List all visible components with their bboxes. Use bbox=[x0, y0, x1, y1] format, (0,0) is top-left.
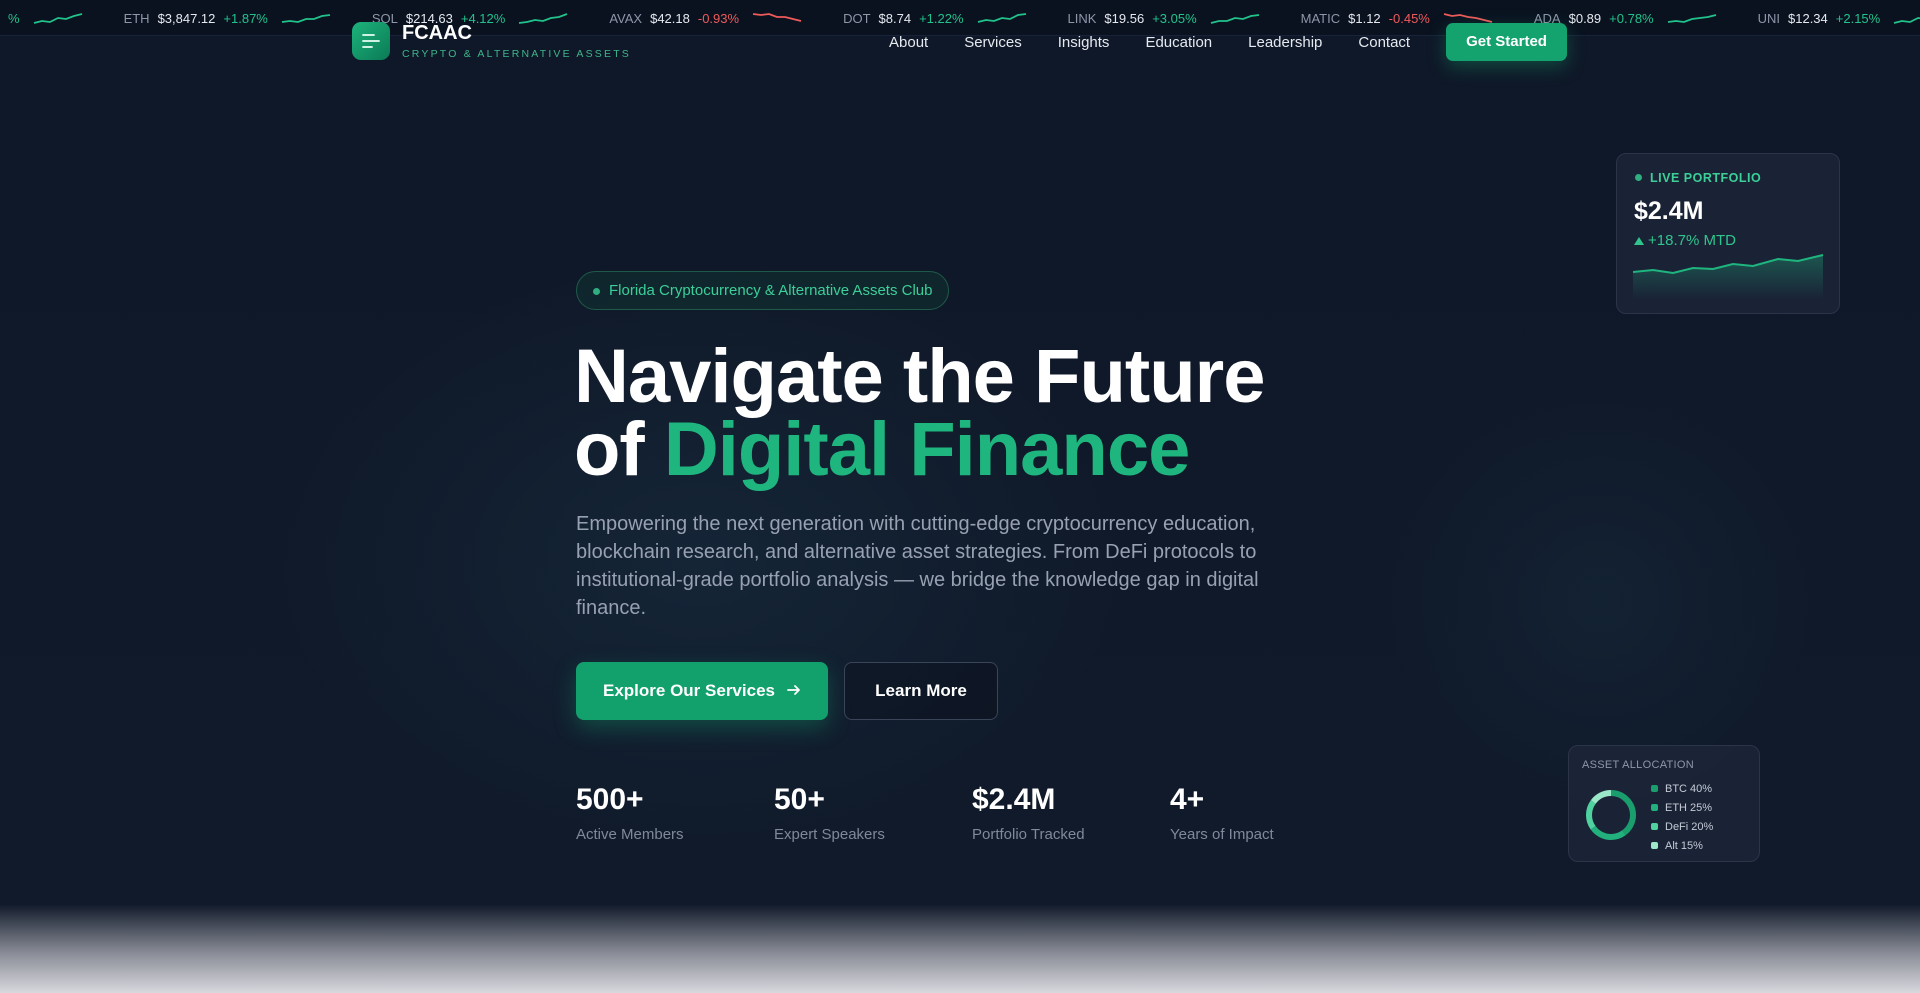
ticker-item[interactable]: UNI $12.34 +2.15% bbox=[1757, 0, 1920, 35]
legend-swatch bbox=[1651, 842, 1658, 849]
ticker-sparkline-icon bbox=[1894, 17, 1920, 24]
legend-swatch bbox=[1651, 823, 1658, 830]
stat-value: 500+ bbox=[576, 783, 644, 816]
portfolio-label: LIVE PORTFOLIO bbox=[1635, 171, 1761, 185]
stat-item: 4+ Years of Impact bbox=[1170, 782, 1368, 843]
allocation-legend-item: DeFi 20% bbox=[1651, 817, 1713, 836]
hero-title: Navigate the Future of Digital Finance bbox=[574, 339, 1334, 488]
main-nav: About Services Insights Education Leader… bbox=[889, 22, 1603, 62]
ticker-sparkline-icon bbox=[33, 13, 82, 24]
ticker-change: +0.78% bbox=[1609, 10, 1654, 26]
stat-label: Expert Speakers bbox=[774, 826, 885, 843]
legend-label: ETH 25% bbox=[1665, 801, 1713, 814]
nav-about[interactable]: About bbox=[889, 34, 928, 51]
ticker-symbol: UNI bbox=[1757, 10, 1780, 26]
nav-leadership[interactable]: Leadership bbox=[1248, 34, 1322, 51]
ticker-sparkline-icon bbox=[752, 13, 802, 22]
ticker-item[interactable]: ETH $3,847.12 +1.87% bbox=[123, 0, 332, 35]
logo-tagline: CRYPTO & ALTERNATIVE ASSETS bbox=[402, 48, 632, 60]
stat-label: Active Members bbox=[576, 826, 684, 843]
ticker-change: -0.93% bbox=[697, 10, 740, 26]
allocation-donut bbox=[1586, 790, 1636, 840]
legend-swatch bbox=[1651, 785, 1658, 792]
ticker-sparkline-icon bbox=[1667, 14, 1716, 23]
menu-icon bbox=[352, 22, 390, 60]
allocation-legend-item: ETH 25% bbox=[1651, 798, 1713, 817]
ticker-change: +1.87% bbox=[223, 10, 268, 26]
ticker-item[interactable]: AVAX $42.18 -0.93% bbox=[609, 0, 803, 35]
logo-name: FCAAC bbox=[402, 22, 472, 44]
legend-label: DeFi 20% bbox=[1665, 820, 1714, 833]
explore-services-label: Explore Our Services bbox=[603, 681, 775, 700]
portfolio-sparkline-icon bbox=[1633, 254, 1824, 299]
allocation-legend-item: Alt 15% bbox=[1651, 836, 1713, 855]
section-divider-fade bbox=[0, 905, 1920, 993]
arrow-right-icon bbox=[787, 681, 801, 701]
stat-value: 4+ bbox=[1170, 783, 1205, 816]
ticker-change: +2.15% bbox=[1835, 10, 1881, 26]
learn-more-button[interactable]: Learn More bbox=[844, 662, 998, 720]
triangle-up-icon bbox=[1634, 237, 1644, 245]
allocation-legend: BTC 40% ETH 25% DeFi 20% Alt 15% bbox=[1651, 779, 1713, 855]
stat-item: $2.4M Portfolio Tracked bbox=[972, 782, 1170, 843]
nav-education[interactable]: Education bbox=[1145, 34, 1212, 51]
hero-description: Empowering the next generation with cutt… bbox=[576, 513, 1259, 619]
stat-item: 50+ Expert Speakers bbox=[774, 782, 972, 843]
portfolio-value: $2.4M bbox=[1634, 197, 1704, 225]
ticker-price: $42.18 bbox=[650, 10, 690, 26]
portfolio-change-text: +18.7% MTD bbox=[1648, 232, 1736, 249]
club-badge: Florida Cryptocurrency & Alternative Ass… bbox=[576, 271, 950, 310]
stat-item: 500+ Active Members bbox=[576, 782, 774, 843]
legend-label: BTC 40% bbox=[1665, 782, 1713, 795]
hero-title-prefix: of bbox=[574, 407, 664, 492]
get-started-button[interactable]: Get Started bbox=[1446, 23, 1567, 61]
live-portfolio-card: LIVE PORTFOLIO $2.4M +18.7% MTD bbox=[1616, 153, 1840, 314]
ticker-price: $12.34 bbox=[1788, 10, 1828, 26]
portfolio-change: +18.7% MTD bbox=[1634, 232, 1736, 249]
ticker-sparkline-icon bbox=[281, 14, 330, 23]
asset-allocation-card: ASSET ALLOCATION BTC 40% ETH 25% DeFi 20… bbox=[1568, 745, 1760, 862]
nav-contact[interactable]: Contact bbox=[1358, 34, 1410, 51]
explore-services-button[interactable]: Explore Our Services bbox=[576, 662, 828, 720]
logo-text: FCAAC CRYPTO & ALTERNATIVE ASSETS bbox=[402, 22, 631, 60]
allocation-label: ASSET ALLOCATION bbox=[1582, 759, 1694, 771]
legend-label: Alt 15% bbox=[1665, 839, 1703, 852]
site-logo[interactable]: FCAAC CRYPTO & ALTERNATIVE ASSETS bbox=[352, 22, 631, 60]
stat-label: Years of Impact bbox=[1170, 826, 1274, 843]
ticker-symbol: ETH bbox=[123, 10, 150, 26]
ticker-price: $3,847.12 bbox=[157, 10, 216, 26]
stats-row: 500+ Active Members 50+ Expert Speakers … bbox=[576, 782, 1368, 843]
allocation-legend-item: BTC 40% bbox=[1651, 779, 1713, 798]
ticker-symbol: DOT bbox=[843, 10, 871, 26]
nav-insights[interactable]: Insights bbox=[1058, 34, 1110, 51]
hero-title-accent: Digital Finance bbox=[663, 407, 1191, 492]
legend-swatch bbox=[1651, 804, 1658, 811]
stat-value: $2.4M bbox=[972, 783, 1056, 816]
learn-more-label: Learn More bbox=[875, 681, 967, 700]
ticker-item[interactable]: % bbox=[0, 0, 84, 35]
stat-label: Portfolio Tracked bbox=[972, 826, 1085, 843]
ticker-change: % bbox=[8, 10, 20, 26]
stat-value: 50+ bbox=[774, 783, 825, 816]
nav-services[interactable]: Services bbox=[964, 34, 1022, 51]
